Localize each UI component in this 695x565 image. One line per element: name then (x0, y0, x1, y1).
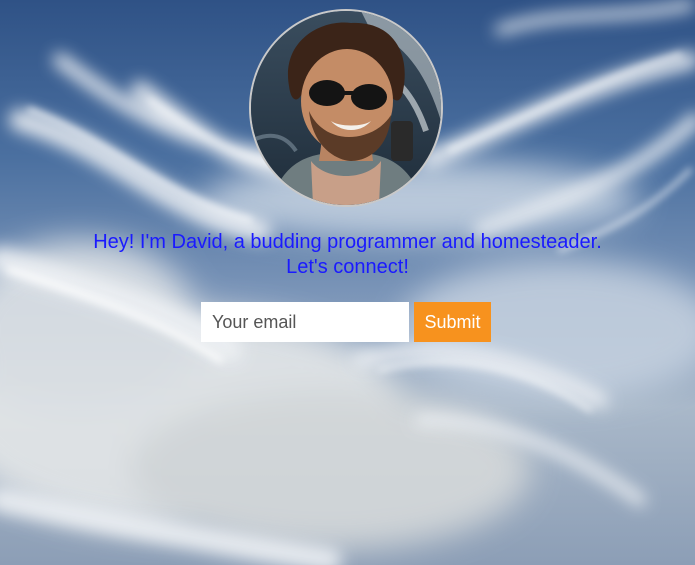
profile-photo (251, 11, 441, 205)
intro-line-1: Hey! I'm David, a budding programmer and… (93, 231, 602, 253)
submit-button[interactable]: Submit (414, 302, 491, 342)
email-field[interactable] (201, 302, 409, 342)
intro-text: Hey! I'm David, a budding programmer and… (0, 230, 695, 280)
avatar (249, 9, 443, 207)
intro-line-2: Let's connect! (286, 256, 409, 278)
signup-form: Submit (201, 302, 491, 342)
